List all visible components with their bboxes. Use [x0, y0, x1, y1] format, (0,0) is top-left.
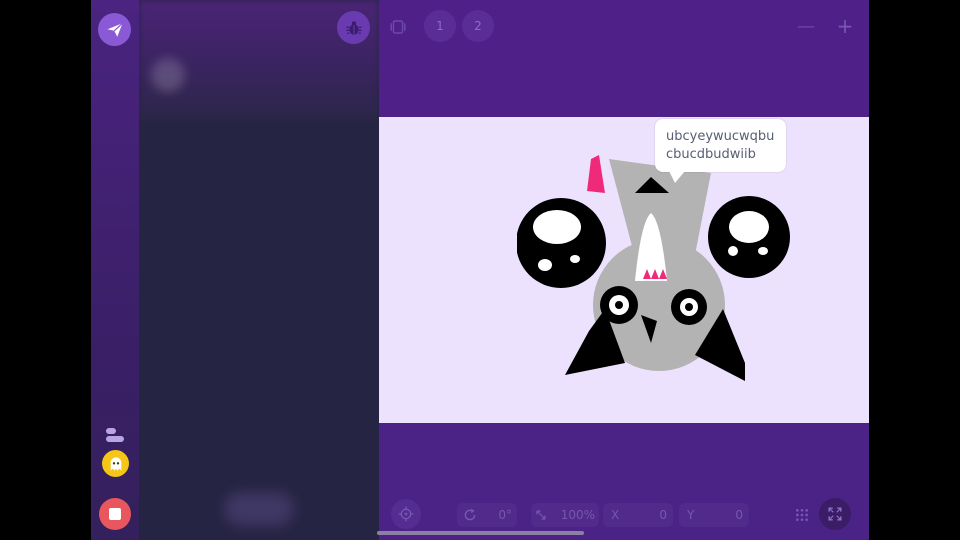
code-panel — [139, 0, 379, 540]
panel-avatar — [151, 58, 185, 92]
grid-button[interactable] — [787, 501, 817, 529]
y-label: Y — [687, 508, 695, 522]
frame-icon[interactable] — [387, 16, 409, 38]
y-value: 0 — [735, 508, 743, 522]
speech-bubble: ubcyeywucwqbu cbucdbudwiib — [655, 119, 786, 172]
speech-line-1: ubcyeywucwqbu — [666, 129, 775, 144]
stop-button[interactable] — [99, 498, 131, 530]
ghost-icon — [110, 456, 121, 471]
stop-icon — [109, 508, 121, 520]
page-1-button[interactable]: 1 — [424, 10, 456, 42]
y-position-field[interactable]: Y 0 — [679, 503, 749, 527]
rotate-icon — [464, 508, 476, 521]
resize-icon — [536, 510, 546, 520]
scale-value: 100% — [560, 508, 595, 522]
stage-bottom-bar: 0° 100% X 0 Y 0 — [379, 423, 869, 540]
fullscreen-icon — [828, 507, 842, 521]
panda-sprite[interactable] — [517, 155, 793, 383]
send-button[interactable] — [98, 13, 131, 46]
recenter-button[interactable] — [391, 499, 421, 529]
rotation-field[interactable]: 0° — [457, 503, 517, 527]
speech-bubble-tail — [669, 171, 685, 183]
x-value: 0 — [659, 508, 667, 522]
paper-plane-icon — [107, 22, 123, 37]
crosshair-icon — [398, 506, 414, 522]
ghost-button[interactable] — [102, 450, 129, 477]
x-label: X — [611, 508, 620, 522]
app-screen: 1 2 — + ubcyeywucwqbu cbucdbudwiib 0° 10… — [91, 0, 869, 540]
bug-icon — [346, 20, 361, 35]
x-position-field[interactable]: X 0 — [603, 503, 673, 527]
speech-line-2: cbucdbudwiib — [666, 147, 756, 162]
stage-canvas[interactable]: ubcyeywucwqbu cbucdbudwiib — [379, 117, 869, 423]
home-indicator — [377, 531, 584, 535]
panel-action — [224, 492, 294, 526]
zoom-out-button[interactable]: — — [796, 14, 816, 38]
page-2-button[interactable]: 2 — [462, 10, 494, 42]
stage-toolbar: 1 2 — + — [379, 0, 869, 117]
left-rail — [91, 0, 139, 540]
fullscreen-button[interactable] — [819, 498, 851, 530]
rotation-value: 0° — [498, 508, 512, 522]
grid-icon — [795, 508, 809, 522]
debug-button[interactable] — [337, 11, 370, 44]
scale-field[interactable]: 100% — [531, 503, 599, 527]
zoom-in-button[interactable]: + — [835, 14, 855, 38]
toggle-icon[interactable] — [106, 428, 124, 444]
